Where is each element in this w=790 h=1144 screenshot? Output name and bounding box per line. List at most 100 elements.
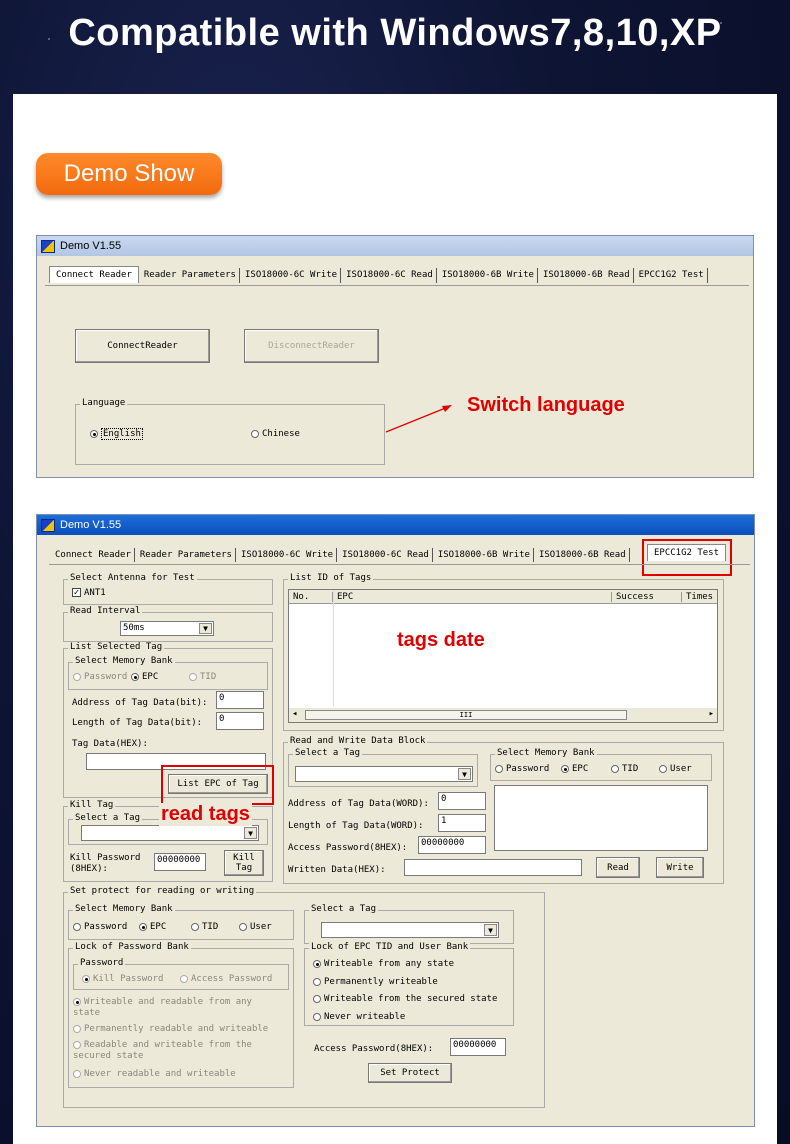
- length-bit-input[interactable]: 0: [216, 712, 264, 730]
- kill-select-tag-title: Select a Tag: [73, 813, 143, 823]
- data-output-area[interactable]: [494, 785, 708, 851]
- tab-6b-read[interactable]: ISO18000-6B Read: [540, 268, 634, 283]
- tab-strip: Connect Reader Reader Parameters ISO1800…: [52, 548, 632, 562]
- kill-tag-title: Kill Tag: [68, 800, 116, 810]
- kill-tag-select[interactable]: ▼: [81, 825, 259, 841]
- opt-never-rw[interactable]: Never readable and writeable: [73, 1069, 236, 1079]
- protect-access-password-input[interactable]: 00000000: [450, 1038, 506, 1056]
- lock-epc-tid-title: Lock of EPC TID and User Bank: [309, 942, 471, 952]
- ant1-checkbox[interactable]: ✓ ANT1: [72, 588, 106, 598]
- rw-memory-bank-title: Select Memory Bank: [495, 748, 597, 758]
- set-protect-button[interactable]: Set Protect: [368, 1063, 452, 1083]
- access-password-radio[interactable]: Access Password: [180, 974, 272, 984]
- tab-reader-parameters[interactable]: Reader Parameters: [141, 268, 240, 283]
- rw-password-radio[interactable]: Password: [495, 764, 549, 774]
- col-no[interactable]: No.: [293, 592, 333, 602]
- tab-6b-write[interactable]: ISO18000-6B Write: [439, 268, 538, 283]
- opt-rw-secured[interactable]: Readable and writeable from the secured …: [73, 1040, 263, 1062]
- tab-epcc1g2-test[interactable]: EPCC1G2 Test: [636, 268, 708, 283]
- length-bit-label: Length of Tag Data(bit):: [72, 718, 203, 728]
- scroll-left-icon[interactable]: ◂: [292, 709, 297, 719]
- radio-selected-icon: [561, 764, 569, 773]
- scroll-right-icon[interactable]: ▸: [709, 709, 714, 719]
- radio-empty-icon: [180, 974, 188, 983]
- tid-radio[interactable]: TID: [189, 672, 216, 682]
- tags-table: No. EPC Success Times ◂ III ▸: [288, 589, 718, 723]
- protect-tid-radio[interactable]: TID: [191, 922, 218, 932]
- protect-access-password-label: Access Password(8HEX):: [314, 1044, 434, 1054]
- access-password-input[interactable]: 00000000: [418, 836, 486, 854]
- list-id-group: List ID of Tags No. EPC Success Times ◂ …: [283, 573, 724, 731]
- read-button[interactable]: Read: [596, 857, 640, 878]
- scroll-thumb[interactable]: III: [305, 710, 627, 720]
- protect-select-tag-group: Select a Tag ▼: [304, 904, 514, 944]
- chinese-radio[interactable]: Chinese: [251, 429, 300, 439]
- highlight-list-epc-box: [161, 765, 274, 805]
- password-radio[interactable]: Password: [73, 672, 127, 682]
- protect-memory-bank-group: Select Memory Bank Password EPC TID User: [68, 904, 294, 940]
- kill-tag-button[interactable]: Kill Tag: [224, 850, 264, 876]
- radio-empty-icon: [313, 977, 321, 986]
- chevron-down-icon: ▼: [484, 924, 497, 936]
- rw-epc-radio[interactable]: EPC: [561, 764, 588, 774]
- kill-password-radio[interactable]: Kill Password: [82, 974, 163, 984]
- length-word-label: Length of Tag Data(WORD):: [288, 821, 424, 831]
- opt-writeable-secured[interactable]: Writeable from the secured state: [313, 994, 497, 1004]
- tab-6c-read[interactable]: ISO18000-6C Read: [343, 268, 437, 283]
- set-protect-group: Set protect for reading or writing Selec…: [63, 886, 545, 1108]
- tab-connect-reader[interactable]: Connect Reader: [52, 548, 135, 562]
- english-radio[interactable]: English: [90, 428, 143, 440]
- write-button[interactable]: Write: [656, 857, 704, 878]
- written-data-input[interactable]: [404, 859, 582, 876]
- address-bit-input[interactable]: 0: [216, 691, 264, 709]
- length-word-input[interactable]: 1: [438, 814, 486, 832]
- address-bit-label: Address of Tag Data(bit):: [72, 698, 208, 708]
- radio-selected-icon: [139, 922, 147, 931]
- address-word-input[interactable]: 0: [438, 792, 486, 810]
- opt-writeable-readable-any[interactable]: Writeable and readable from any state: [73, 997, 263, 1019]
- protect-epc-radio[interactable]: EPC: [139, 922, 166, 932]
- radio-selected-icon: [82, 974, 90, 983]
- connect-reader-button[interactable]: ConnectReader: [75, 329, 210, 363]
- rw-user-radio[interactable]: User: [659, 764, 692, 774]
- horizontal-scrollbar[interactable]: ◂ III ▸: [289, 708, 717, 722]
- list-selected-tag-title: List Selected Tag: [68, 642, 165, 652]
- radio-empty-icon: [73, 1040, 81, 1049]
- radio-empty-icon: [189, 672, 197, 681]
- tab-6c-write[interactable]: ISO18000-6C Write: [242, 268, 342, 283]
- kill-password-input[interactable]: 00000000: [154, 853, 206, 871]
- opt-never-writeable[interactable]: Never writeable: [313, 1012, 405, 1022]
- opt-permanently-rw[interactable]: Permanently readable and writeable: [73, 1024, 268, 1034]
- radio-selected-icon: [313, 959, 321, 968]
- language-group: Language English Chinese: [75, 398, 385, 465]
- read-interval-title: Read Interval: [68, 606, 143, 616]
- radio-empty-icon: [73, 672, 81, 681]
- window-title: Demo V1.55: [60, 519, 122, 531]
- protect-password-radio[interactable]: Password: [73, 922, 127, 932]
- opt-permanently-writeable[interactable]: Permanently writeable: [313, 977, 438, 987]
- tab-connect-reader[interactable]: Connect Reader: [49, 266, 139, 283]
- tab-6c-read[interactable]: ISO18000-6C Read: [339, 548, 433, 562]
- protect-tag-select[interactable]: ▼: [321, 922, 499, 938]
- col-success[interactable]: Success: [611, 592, 679, 602]
- col-times[interactable]: Times: [681, 592, 713, 602]
- rw-tid-radio[interactable]: TID: [611, 764, 638, 774]
- language-group-title: Language: [80, 398, 128, 408]
- kill-password-label: Kill Password (8HEX):: [70, 853, 141, 874]
- radio-selected-icon: [131, 672, 139, 681]
- opt-writeable-any[interactable]: Writeable from any state: [313, 959, 454, 969]
- read-interval-select[interactable]: 50ms ▼: [120, 621, 214, 636]
- tag-data-label: Tag Data(HEX):: [72, 739, 148, 749]
- tab-6c-write[interactable]: ISO18000-6C Write: [238, 548, 338, 562]
- protect-user-radio[interactable]: User: [239, 922, 272, 932]
- disconnect-reader-button[interactable]: DisconnectReader: [244, 329, 379, 363]
- col-epc[interactable]: EPC: [337, 592, 353, 602]
- tab-6b-read[interactable]: ISO18000-6B Read: [536, 548, 630, 562]
- select-antenna-group: Select Antenna for Test ✓ ANT1: [63, 573, 273, 605]
- tab-reader-parameters[interactable]: Reader Parameters: [137, 548, 236, 562]
- tab-strip: Connect Reader Reader Parameters ISO1800…: [49, 266, 710, 283]
- tab-6b-write[interactable]: ISO18000-6B Write: [435, 548, 534, 562]
- annotation-arrow-icon: [385, 405, 452, 433]
- epc-radio[interactable]: EPC: [131, 672, 158, 682]
- rw-tag-select[interactable]: ▼: [295, 766, 473, 782]
